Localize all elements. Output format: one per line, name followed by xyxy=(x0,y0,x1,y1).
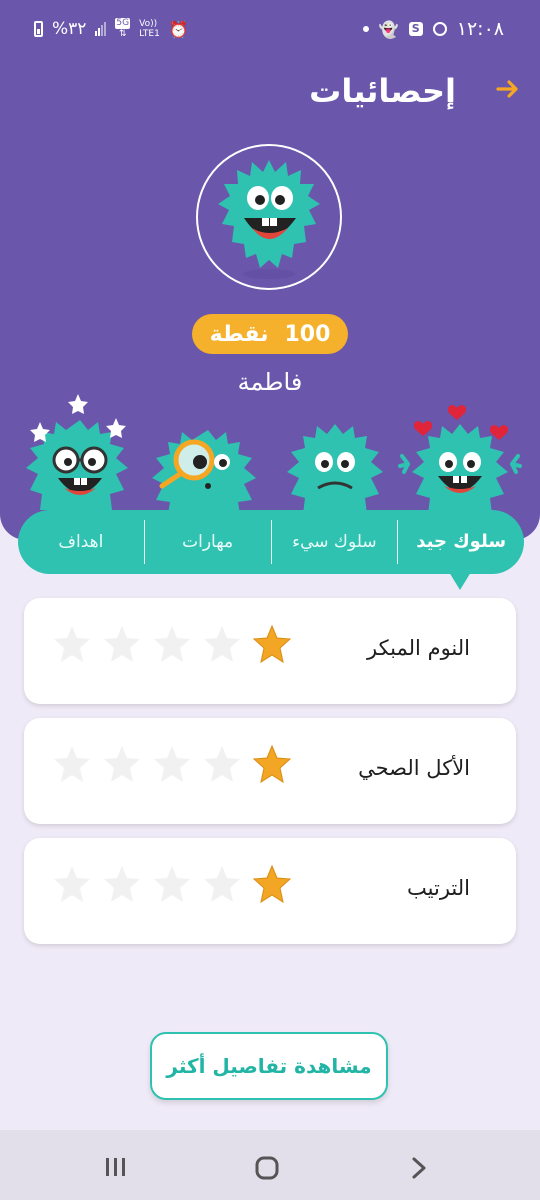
back-arrow-icon[interactable] xyxy=(494,76,520,102)
star-empty-icon[interactable] xyxy=(202,624,242,664)
category-tabs: سلوك جيد سلوك سيء مهارات اهداف xyxy=(18,510,524,574)
snapchat-icon: 👻 xyxy=(378,19,399,39)
tab-good-behavior[interactable]: سلوك جيد xyxy=(398,510,524,574)
points-label: نقطة xyxy=(209,321,269,347)
star-empty-icon[interactable] xyxy=(152,864,192,904)
star-filled-icon[interactable] xyxy=(252,864,292,904)
sad-monster-icon xyxy=(287,424,383,514)
recent-apps-icon[interactable] xyxy=(104,1156,128,1178)
star-empty-icon[interactable] xyxy=(52,744,92,784)
status-bar: %٣٢ 5G ⇅ Vo)) LTE1 ⏰ 👻 S ١٢:٠٨ xyxy=(0,0,540,60)
magnifier-monster-icon xyxy=(152,430,256,514)
status-right-group: 👻 S ١٢:٠٨ xyxy=(362,18,504,40)
clock-time: ١٢:٠٨ xyxy=(456,18,504,40)
behavior-card[interactable]: النوم المبكر xyxy=(24,598,516,704)
tab-bad-behavior[interactable]: سلوك سيء xyxy=(272,510,398,574)
star-empty-icon[interactable] xyxy=(202,744,242,784)
happy-hearts-monster-icon xyxy=(398,405,522,514)
star-filled-icon[interactable] xyxy=(252,624,292,664)
star-filled-icon[interactable] xyxy=(252,744,292,784)
network-5g-icon: 5G ⇅ xyxy=(115,18,131,39)
behavior-card[interactable]: الترتيب xyxy=(24,838,516,944)
star-empty-icon[interactable] xyxy=(52,624,92,664)
behavior-card[interactable]: الأكل الصحي xyxy=(24,718,516,824)
avatar xyxy=(196,144,342,290)
battery-percent: %٣٢ xyxy=(52,19,87,39)
behavior-label: النوم المبكر xyxy=(367,636,470,660)
tab-skills[interactable]: مهارات xyxy=(145,510,271,574)
whatsapp-icon xyxy=(432,22,447,36)
star-empty-icon[interactable] xyxy=(52,864,92,904)
back-nav-icon[interactable] xyxy=(410,1156,428,1180)
notification-dot-icon xyxy=(362,26,369,32)
star-empty-icon[interactable] xyxy=(102,624,142,664)
star-empty-icon[interactable] xyxy=(202,864,242,904)
star-rating[interactable] xyxy=(52,864,292,904)
home-icon[interactable] xyxy=(255,1156,279,1180)
signal-icon xyxy=(95,22,107,36)
active-tab-pointer xyxy=(449,572,471,590)
alarm-icon: ⏰ xyxy=(168,19,189,39)
star-rating[interactable] xyxy=(52,744,292,784)
points-value: 100 xyxy=(284,321,331,347)
battery-icon xyxy=(34,21,43,37)
tab-goals[interactable]: اهداف xyxy=(18,510,144,574)
page-title: إحصائيات xyxy=(309,72,456,110)
s-app-icon: S xyxy=(408,22,423,36)
star-rating[interactable] xyxy=(52,624,292,664)
star-empty-icon[interactable] xyxy=(102,864,142,904)
behavior-label: الأكل الصحي xyxy=(358,756,470,780)
status-left-group: %٣٢ 5G ⇅ Vo)) LTE1 ⏰ xyxy=(34,18,189,40)
view-more-details-button[interactable]: مشاهدة تفاصيل أكثر xyxy=(150,1032,388,1100)
monster-avatar-icon xyxy=(218,160,320,279)
star-empty-icon[interactable] xyxy=(152,624,192,664)
volte-icon: Vo)) LTE1 xyxy=(139,19,160,39)
behavior-label: الترتيب xyxy=(407,876,470,900)
system-nav-bar xyxy=(0,1130,540,1200)
star-empty-icon[interactable] xyxy=(102,744,142,784)
points-badge: نقطة 100 xyxy=(192,314,348,354)
glasses-monster-icon xyxy=(26,394,128,510)
monster-illustrations xyxy=(26,394,522,514)
star-empty-icon[interactable] xyxy=(152,744,192,784)
